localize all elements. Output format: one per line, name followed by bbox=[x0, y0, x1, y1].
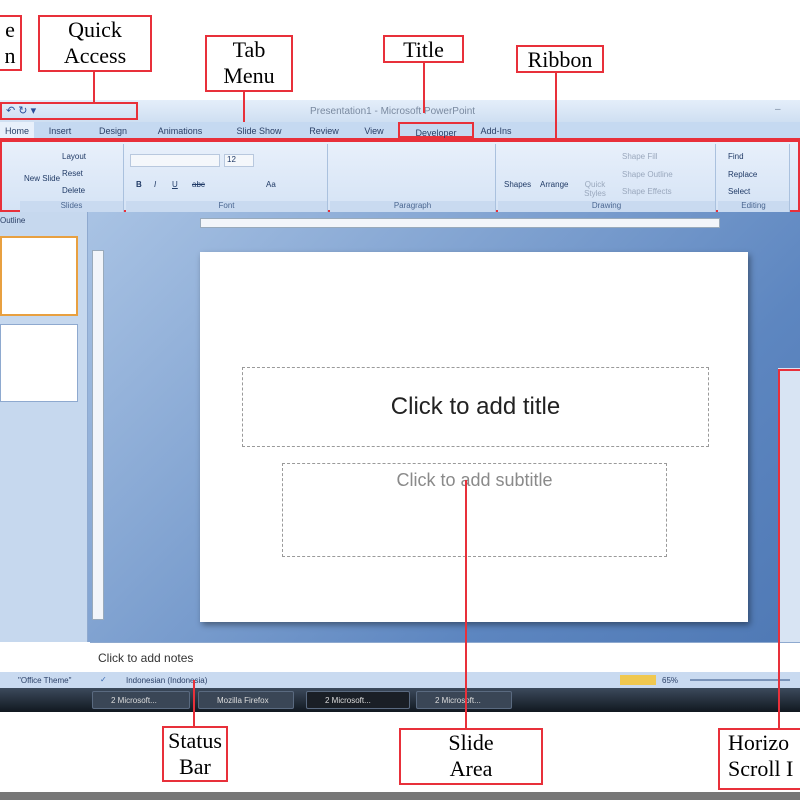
view-buttons[interactable] bbox=[620, 675, 656, 685]
tab-slide-show[interactable]: Slide Show bbox=[220, 122, 298, 138]
office-button-annotation: e n bbox=[0, 15, 22, 71]
minimize-icon[interactable]: – bbox=[775, 104, 781, 115]
language-label[interactable]: Indonesian (Indonesia) bbox=[126, 676, 207, 685]
status-bar: "Office Theme" ✓ Indonesian (Indonesia) … bbox=[0, 672, 800, 688]
tab-menu: Home Insert Design Animations Slide Show… bbox=[0, 122, 800, 140]
shape-outline-button[interactable]: Shape Outline bbox=[622, 170, 673, 179]
tab-developer[interactable]: Developer bbox=[398, 122, 474, 138]
editing-group: Find Replace Select Editing bbox=[718, 144, 790, 212]
title-bar: ↶ ↻ ▾ Presentation1 - Microsoft PowerPoi… bbox=[0, 100, 800, 122]
slide-thumbnail-1[interactable] bbox=[0, 236, 78, 316]
connector-line bbox=[778, 369, 800, 371]
font-size-select[interactable]: 12 bbox=[224, 154, 254, 167]
replace-button[interactable]: Replace bbox=[728, 170, 757, 179]
font-group-label: Font bbox=[126, 201, 327, 212]
quick-access-annotation: Quick Access bbox=[38, 15, 152, 72]
editing-group-label: Editing bbox=[718, 201, 789, 212]
zoom-level[interactable]: 65% bbox=[662, 676, 678, 685]
strikethrough-button[interactable]: abc bbox=[192, 180, 205, 189]
quick-styles-button[interactable]: Quick Styles bbox=[580, 180, 610, 198]
paragraph-group-label: Paragraph bbox=[330, 201, 495, 212]
drawing-group: Shapes Arrange Quick Styles Shape Fill S… bbox=[498, 144, 716, 212]
ribbon-annotation: Ribbon bbox=[516, 45, 604, 73]
taskbar-item[interactable]: Mozilla Firefox bbox=[198, 691, 294, 709]
font-name-select[interactable] bbox=[130, 154, 220, 167]
slides-group: New Slide Layout Reset Delete Slides bbox=[20, 144, 124, 212]
outline-tab[interactable]: Outline bbox=[0, 216, 25, 225]
connector-line bbox=[555, 73, 557, 140]
tab-menu-annotation: Tab Menu bbox=[205, 35, 293, 92]
slides-panel: Outline bbox=[0, 212, 88, 642]
tab-animations[interactable]: Animations bbox=[140, 122, 220, 138]
taskbar-item[interactable]: 2 Microsoft... bbox=[416, 691, 512, 709]
undo-icon[interactable]: ↶ bbox=[6, 105, 15, 117]
bottom-edge bbox=[0, 792, 800, 800]
change-case-button[interactable]: Aa bbox=[266, 180, 276, 189]
font-group: 12 B I U abc Aa Font bbox=[126, 144, 328, 212]
bold-button[interactable]: B bbox=[136, 180, 142, 189]
arrange-button[interactable]: Arrange bbox=[540, 180, 568, 189]
tab-view[interactable]: View bbox=[350, 122, 398, 138]
theme-label: "Office Theme" bbox=[18, 676, 72, 685]
notes-pane[interactable]: Click to add notes bbox=[90, 642, 800, 672]
window-title: Presentation1 - Microsoft PowerPoint bbox=[310, 106, 476, 117]
slide-area-annotation: Slide Area bbox=[399, 728, 543, 785]
italic-button[interactable]: I bbox=[154, 180, 156, 189]
connector-line bbox=[423, 63, 425, 113]
spellcheck-icon[interactable]: ✓ bbox=[100, 675, 107, 684]
paragraph-group: Paragraph bbox=[330, 144, 496, 212]
slide-thumbnail-2[interactable] bbox=[0, 324, 78, 402]
new-slide-button[interactable]: New Slide bbox=[24, 174, 60, 183]
shape-effects-button[interactable]: Shape Effects bbox=[622, 187, 672, 196]
shape-fill-button[interactable]: Shape Fill bbox=[622, 152, 658, 161]
taskbar: 2 Microsoft... Mozilla Firefox 2 Microso… bbox=[0, 688, 800, 712]
customize-icon[interactable]: ▾ bbox=[31, 105, 37, 117]
find-button[interactable]: Find bbox=[728, 152, 744, 161]
scroll-bar[interactable] bbox=[778, 368, 800, 642]
delete-button[interactable]: Delete bbox=[62, 186, 85, 195]
title-annotation: Title bbox=[383, 35, 464, 63]
tab-add-ins[interactable]: Add-Ins bbox=[474, 122, 518, 138]
taskbar-item[interactable]: 2 Microsoft... bbox=[92, 691, 190, 709]
slide: Click to add title Click to add subtitle bbox=[200, 252, 748, 622]
connector-line bbox=[193, 680, 195, 726]
underline-button[interactable]: U bbox=[172, 180, 178, 189]
scroll-bar-annotation: Horizo Scroll I bbox=[718, 728, 800, 790]
shapes-button[interactable]: Shapes bbox=[504, 180, 531, 189]
subtitle-placeholder[interactable]: Click to add subtitle bbox=[282, 463, 667, 557]
connector-line bbox=[778, 370, 780, 728]
tab-home[interactable]: Home bbox=[0, 122, 34, 138]
tab-insert[interactable]: Insert bbox=[34, 122, 86, 138]
slides-group-label: Slides bbox=[20, 201, 123, 212]
vertical-ruler bbox=[92, 250, 104, 620]
connector-line bbox=[465, 480, 467, 728]
connector-line bbox=[93, 72, 95, 102]
connector-line bbox=[243, 92, 245, 122]
quick-access-toolbar[interactable]: ↶ ↻ ▾ bbox=[0, 102, 138, 120]
reset-button[interactable]: Reset bbox=[62, 169, 83, 178]
horizontal-ruler bbox=[200, 218, 720, 228]
tab-review[interactable]: Review bbox=[298, 122, 350, 138]
status-bar-annotation: Status Bar bbox=[162, 726, 228, 782]
taskbar-item[interactable]: 2 Microsoft... bbox=[306, 691, 410, 709]
title-placeholder[interactable]: Click to add title bbox=[242, 367, 709, 447]
layout-button[interactable]: Layout bbox=[62, 152, 86, 161]
redo-icon[interactable]: ↻ bbox=[18, 105, 27, 117]
ribbon: New Slide Layout Reset Delete Slides 12 … bbox=[0, 140, 800, 212]
drawing-group-label: Drawing bbox=[498, 201, 715, 212]
zoom-slider[interactable] bbox=[690, 679, 790, 681]
tab-design[interactable]: Design bbox=[86, 122, 140, 138]
select-button[interactable]: Select bbox=[728, 187, 750, 196]
